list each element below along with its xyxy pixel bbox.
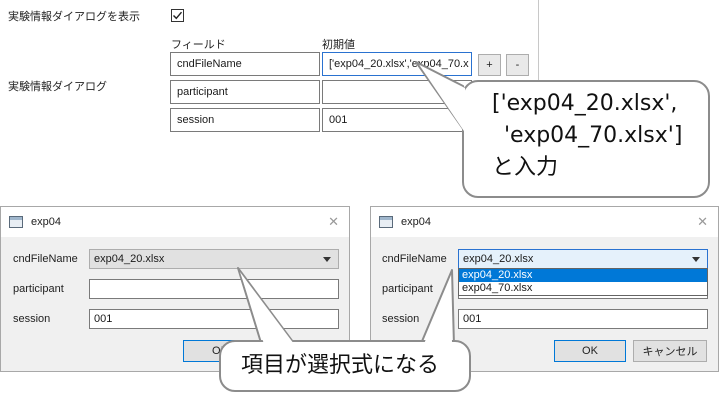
select-hint-text: 項目が選択式になる <box>241 353 440 378</box>
callout-pointer-bottom-cover <box>240 272 452 344</box>
